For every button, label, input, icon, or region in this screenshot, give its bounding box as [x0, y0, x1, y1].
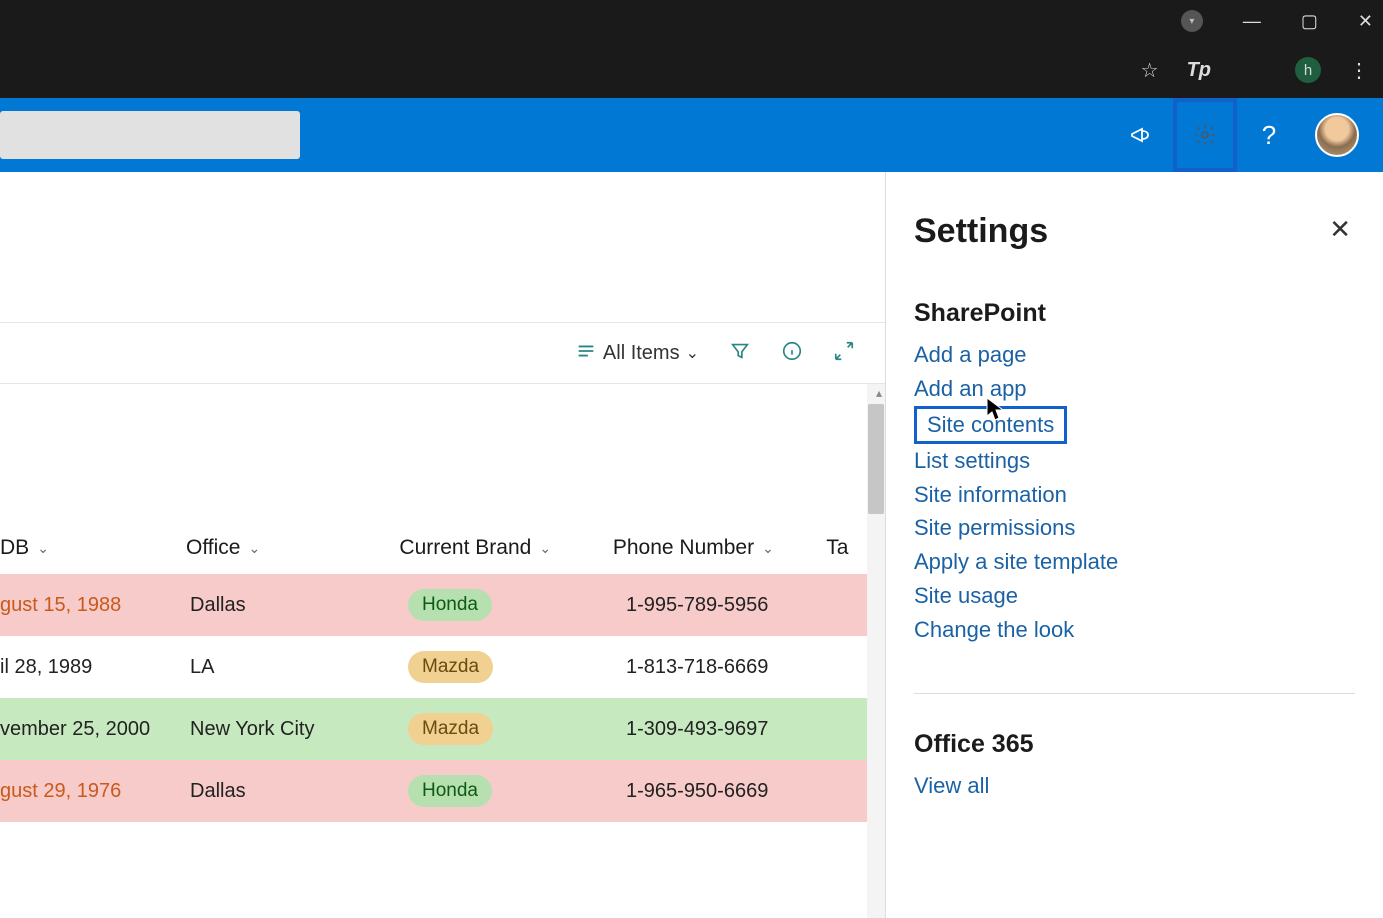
- list-table: ▴ DB⌄ Office⌄ Current Brand⌄ Phone Numbe…: [0, 384, 885, 918]
- help-button[interactable]: ?: [1237, 98, 1301, 172]
- extension-tp-icon[interactable]: Tp: [1187, 59, 1211, 82]
- column-header-brand[interactable]: Current Brand⌄: [399, 536, 612, 560]
- chevron-down-icon: ⌄: [686, 343, 699, 363]
- settings-link[interactable]: Apply a site template: [914, 545, 1355, 579]
- column-header-office[interactable]: Office⌄: [186, 536, 399, 560]
- expand-icon[interactable]: [833, 340, 855, 367]
- cell-phone: 1-965-950-6669: [626, 780, 844, 803]
- search-input[interactable]: [0, 111, 300, 159]
- scroll-up-arrow[interactable]: ▴: [876, 386, 882, 400]
- cell-brand: Mazda: [408, 651, 626, 683]
- column-header-dob[interactable]: DB⌄: [0, 536, 186, 560]
- window-titlebar: ▾ — ▢ ✕: [0, 0, 1383, 42]
- cell-office: Dallas: [190, 594, 408, 617]
- cell-phone: 1-309-493-9697: [626, 718, 844, 741]
- settings-panel: ✕ Settings SharePoint Add a pageAdd an a…: [885, 172, 1383, 918]
- megaphone-icon[interactable]: [1109, 98, 1173, 172]
- settings-link[interactable]: List settings: [914, 444, 1355, 478]
- user-avatar[interactable]: [1315, 113, 1359, 157]
- cell-dob: gust 15, 1988: [0, 594, 190, 617]
- column-header-row: DB⌄ Office⌄ Current Brand⌄ Phone Number⌄…: [0, 384, 885, 574]
- list-toolbar: All Items ⌄: [0, 323, 885, 383]
- chrome-menu-icon[interactable]: ⋮: [1349, 58, 1369, 83]
- cell-office: Dallas: [190, 780, 408, 803]
- browser-toolbar: ☆ Tp h ⋮: [0, 42, 1383, 98]
- scrollbar-thumb[interactable]: [868, 404, 884, 514]
- settings-link[interactable]: Site information: [914, 478, 1355, 512]
- cell-dob: il 28, 1989: [0, 656, 190, 679]
- table-row[interactable]: gust 29, 1976DallasHonda1-965-950-6669: [0, 760, 885, 822]
- panel-section-office365: Office 365: [914, 730, 1355, 759]
- cell-brand: Mazda: [408, 713, 626, 745]
- close-window-button[interactable]: ✕: [1358, 11, 1373, 32]
- close-panel-button[interactable]: ✕: [1329, 214, 1351, 245]
- chevron-down-icon: ⌄: [762, 540, 774, 557]
- settings-link[interactable]: Site usage: [914, 579, 1355, 613]
- cell-brand: Honda: [408, 775, 626, 807]
- maximize-button[interactable]: ▢: [1301, 11, 1318, 32]
- chevron-down-icon: ⌄: [37, 540, 49, 557]
- info-icon[interactable]: [781, 340, 803, 367]
- settings-link[interactable]: Add a page: [914, 338, 1355, 372]
- scrollbar-track[interactable]: ▴: [867, 384, 885, 918]
- view-selector[interactable]: All Items ⌄: [575, 340, 699, 367]
- table-row[interactable]: il 28, 1989LAMazda1-813-718-6669: [0, 636, 885, 698]
- link-view-all[interactable]: View all: [914, 769, 1355, 803]
- settings-link[interactable]: Site permissions: [914, 511, 1355, 545]
- table-row[interactable]: gust 15, 1988DallasHonda1-995-789-5956: [0, 574, 885, 636]
- list-view-icon: [575, 340, 597, 367]
- bookmark-star-icon[interactable]: ☆: [1141, 58, 1159, 83]
- column-header-phone[interactable]: Phone Number⌄: [613, 536, 826, 560]
- minimize-button[interactable]: —: [1243, 11, 1261, 32]
- suite-header: ?: [0, 98, 1383, 172]
- settings-link[interactable]: Site contents: [914, 406, 1067, 444]
- titlebar-dropdown-icon[interactable]: ▾: [1181, 10, 1203, 32]
- cell-dob: gust 29, 1976: [0, 780, 190, 803]
- chevron-down-icon: ⌄: [539, 540, 551, 557]
- filter-icon[interactable]: [729, 340, 751, 367]
- chrome-profile-avatar[interactable]: h: [1295, 57, 1321, 83]
- settings-link[interactable]: Change the look: [914, 613, 1355, 647]
- cell-brand: Honda: [408, 589, 626, 621]
- cell-office: LA: [190, 656, 408, 679]
- view-name-label: All Items: [603, 342, 680, 365]
- cell-phone: 1-813-718-6669: [626, 656, 844, 679]
- panel-section-sharepoint: SharePoint: [914, 299, 1355, 328]
- cell-dob: vember 25, 2000: [0, 718, 190, 741]
- chevron-down-icon: ⌄: [248, 540, 260, 557]
- cell-office: New York City: [190, 718, 408, 741]
- settings-gear-button[interactable]: [1173, 98, 1237, 172]
- list-content-area: All Items ⌄ ▴ DB⌄ Office⌄ Current Bra: [0, 172, 885, 918]
- settings-link[interactable]: Add an app: [914, 372, 1355, 406]
- panel-title: Settings: [914, 212, 1355, 251]
- cell-phone: 1-995-789-5956: [626, 594, 844, 617]
- table-row[interactable]: vember 25, 2000New York CityMazda1-309-4…: [0, 698, 885, 760]
